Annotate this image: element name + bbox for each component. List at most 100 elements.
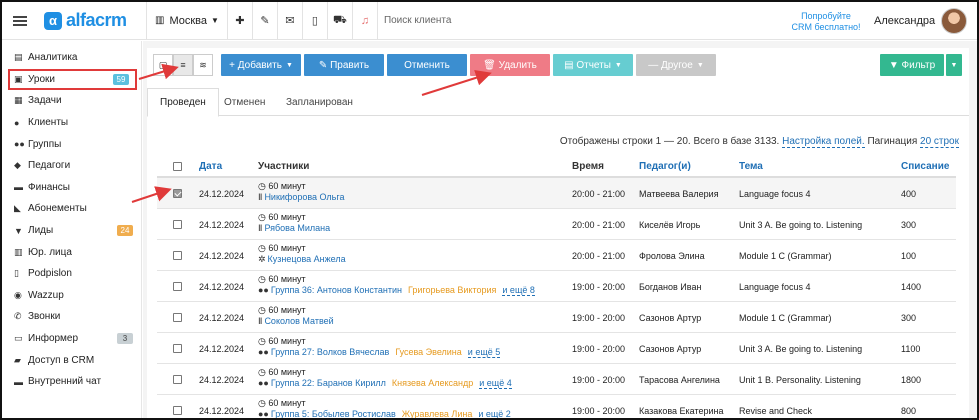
row-checkbox[interactable] bbox=[173, 189, 182, 198]
participant-extra-link[interactable]: Журавлева Лина bbox=[402, 409, 473, 418]
row-checkbox[interactable] bbox=[173, 375, 182, 384]
more-participants-link[interactable]: и ещё 5 bbox=[467, 347, 501, 358]
participant-link[interactable]: Группа 22: Баранов Кирилл bbox=[271, 378, 386, 388]
row-writeoff: 300 bbox=[901, 313, 917, 323]
list-view-icon[interactable]: ≡ bbox=[173, 54, 193, 76]
tab-cancelled[interactable]: Отменен bbox=[212, 88, 277, 116]
reports-button[interactable]: ▤ Отчеты ▼ bbox=[553, 54, 633, 76]
row-checkbox[interactable] bbox=[173, 406, 182, 415]
field-settings-link[interactable]: Настройка полей. bbox=[782, 136, 865, 148]
row-checkbox[interactable] bbox=[173, 282, 182, 291]
phone-icon: ✆ bbox=[14, 311, 22, 322]
select-all-checkbox[interactable] bbox=[173, 162, 182, 171]
more-participants-link[interactable]: и ещё 2 bbox=[478, 409, 511, 418]
sidebar-item-1[interactable]: ▣ Уроки 59 bbox=[8, 68, 137, 91]
mobile-icon[interactable]: ▯ bbox=[303, 2, 327, 40]
edit-button-label: ✎ Править bbox=[318, 59, 370, 71]
menu-icon[interactable] bbox=[2, 2, 38, 40]
logo-mark-icon: α bbox=[44, 11, 62, 30]
delete-button[interactable]: 🗑 Удалить bbox=[470, 54, 550, 76]
table-row[interactable]: 24.12.2024 ◷ 60 минут Ⅱ Рябова Милана 20:00 … bbox=[157, 209, 956, 240]
participant-extra-link[interactable]: Князева Александр bbox=[392, 378, 473, 388]
user-icon: ● bbox=[14, 117, 20, 128]
sidebar-item-0[interactable]: ▤ Аналитика bbox=[2, 47, 141, 69]
filter-button[interactable]: ▼ Фильтр bbox=[880, 54, 944, 76]
sidebar-item-9[interactable]: ▥ Юр. лица bbox=[2, 241, 141, 263]
edit-button[interactable]: ✎ Править bbox=[304, 54, 384, 76]
table-row[interactable]: 24.12.2024 ◷ 60 минут ●● Группа 5: Бобылев … bbox=[157, 395, 956, 418]
calendar-view-icon[interactable]: ▢ bbox=[153, 54, 173, 76]
row-writeoff: 400 bbox=[901, 189, 917, 199]
cart-icon[interactable]: ⛟ bbox=[328, 2, 352, 40]
participant-link[interactable]: Группа 27: Волков Вячеслав bbox=[271, 347, 389, 357]
sidebar-item-10[interactable]: ▯ Podpislon bbox=[2, 263, 141, 285]
row-topic: Unit 3 A. Be going to. Listening bbox=[739, 220, 863, 230]
row-checkbox[interactable] bbox=[173, 220, 182, 229]
sidebar-item-5[interactable]: ◆ Педагоги bbox=[2, 155, 141, 177]
promo-link[interactable]: Попробуйте CRM бесплатно! bbox=[784, 11, 868, 33]
row-date: 24.12.2024 bbox=[199, 406, 245, 416]
row-checkbox[interactable] bbox=[173, 251, 182, 260]
sidebar-item-4[interactable]: ●● Группы bbox=[2, 133, 141, 155]
cancel-button-label: Отменить bbox=[404, 59, 450, 71]
tab-planned[interactable]: Запланирован bbox=[274, 88, 365, 116]
col-writeoff[interactable]: Списание bbox=[901, 161, 949, 172]
sidebar-item-7[interactable]: ◣ Абонементы bbox=[2, 198, 141, 220]
wrench-icon[interactable]: ✎ bbox=[253, 2, 277, 40]
sidebar-item-11[interactable]: ◉ Wazzup bbox=[2, 285, 141, 307]
table-row[interactable]: 24.12.2024 ◷ 60 минут ✲ Кузнецова Анжела 20:… bbox=[157, 240, 956, 271]
branch-selector[interactable]: ▥ Москва ▼ bbox=[147, 2, 227, 40]
col-participants: Участники bbox=[258, 161, 310, 172]
participant-extra-link[interactable]: Гусева Эвелина bbox=[395, 347, 461, 357]
stack-view-icon[interactable]: ≋ bbox=[193, 54, 213, 76]
sidebar-item-14[interactable]: ▰ Доступ в CRM bbox=[2, 349, 141, 371]
participant-line: ●● Группа 27: Волков Вячеслав Гусева Эвели… bbox=[258, 347, 501, 358]
row-checkbox[interactable] bbox=[173, 313, 182, 322]
participant-link[interactable]: Кузнецова Анжела bbox=[268, 254, 346, 264]
sidebar-item-label: Информер bbox=[28, 333, 79, 345]
participant-link[interactable]: Рябова Милана bbox=[264, 223, 330, 233]
row-time: 19:00 - 20:00 bbox=[572, 313, 626, 323]
table-row[interactable]: 24.12.2024 ◷ 60 минут Ⅱ Соколов Матвей 19:00… bbox=[157, 302, 956, 333]
mail-icon[interactable]: ✉ bbox=[278, 2, 302, 40]
add-button[interactable]: + Добавить ▼ bbox=[221, 54, 301, 76]
participant-link[interactable]: Группа 5: Бобылев Ростислав bbox=[271, 409, 396, 418]
col-teacher[interactable]: Педагог(и) bbox=[639, 161, 691, 172]
table-row[interactable]: 24.12.2024 ◷ 60 минут ●● Группа 22: Баранов… bbox=[157, 364, 956, 395]
plus-icon[interactable]: ✚ bbox=[228, 2, 252, 40]
delete-button-label: 🗑 Удалить bbox=[483, 59, 537, 71]
participant-link[interactable]: Соколов Матвей bbox=[264, 316, 333, 326]
pagination-select[interactable]: 20 строк bbox=[920, 136, 959, 148]
col-topic[interactable]: Тема bbox=[739, 161, 763, 172]
logo[interactable]: α alfacrm bbox=[38, 2, 146, 40]
participant-extra-link[interactable]: Григорьева Виктория bbox=[408, 285, 496, 295]
toolbar: ▢ ≡ ≋ + Добавить ▼ ✎ Править Отменить 🗑 У… bbox=[153, 54, 963, 76]
sidebar-item-2[interactable]: ▦ Задачи bbox=[2, 90, 141, 112]
row-checkbox[interactable] bbox=[173, 344, 182, 353]
filter-dropdown-button[interactable]: ▼ bbox=[946, 54, 962, 76]
participant-link[interactable]: Никифорова Ольга bbox=[264, 192, 344, 202]
table-row[interactable]: 24.12.2024 ◷ 60 минут Ⅱ Никифорова Ольга 20:… bbox=[157, 178, 956, 209]
sidebar-item-12[interactable]: ✆ Звонки bbox=[2, 306, 141, 328]
avatar[interactable] bbox=[941, 8, 968, 34]
sidebar-item-15[interactable]: ▬ Внутренний чат bbox=[2, 371, 141, 393]
other-button[interactable]: — Другое ▼ bbox=[636, 54, 716, 76]
search-input[interactable] bbox=[383, 2, 684, 40]
more-participants-link[interactable]: и ещё 8 bbox=[502, 285, 535, 296]
participant-link[interactable]: Группа 36: Антонов Константин bbox=[271, 285, 402, 295]
sidebar-item-8[interactable]: ▼ Лиды 24 bbox=[2, 220, 141, 242]
sidebar-item-6[interactable]: ▬ Финансы bbox=[2, 177, 141, 199]
table-row[interactable]: 24.12.2024 ◷ 60 минут ●● Группа 27: Волков … bbox=[157, 333, 956, 364]
sidebar-item-13[interactable]: ▭ Информер 3 bbox=[2, 328, 141, 350]
tab-conducted[interactable]: Проведен bbox=[147, 88, 219, 117]
row-teacher: Фролова Элина bbox=[639, 251, 705, 261]
sidebar-item-label: Юр. лица bbox=[28, 246, 72, 258]
table-row[interactable]: 24.12.2024 ◷ 60 минут ●● Группа 36: Антонов… bbox=[157, 271, 956, 302]
more-participants-link[interactable]: и ещё 4 bbox=[479, 378, 512, 389]
bell-icon[interactable]: ♫ bbox=[353, 2, 377, 40]
whatsapp-icon: ◉ bbox=[14, 289, 22, 300]
col-date[interactable]: Дата bbox=[199, 161, 222, 172]
sidebar-item-3[interactable]: ● Клиенты bbox=[2, 112, 141, 134]
user-menu[interactable]: Александра bbox=[874, 2, 968, 40]
cancel-lesson-button[interactable]: Отменить bbox=[387, 54, 467, 76]
